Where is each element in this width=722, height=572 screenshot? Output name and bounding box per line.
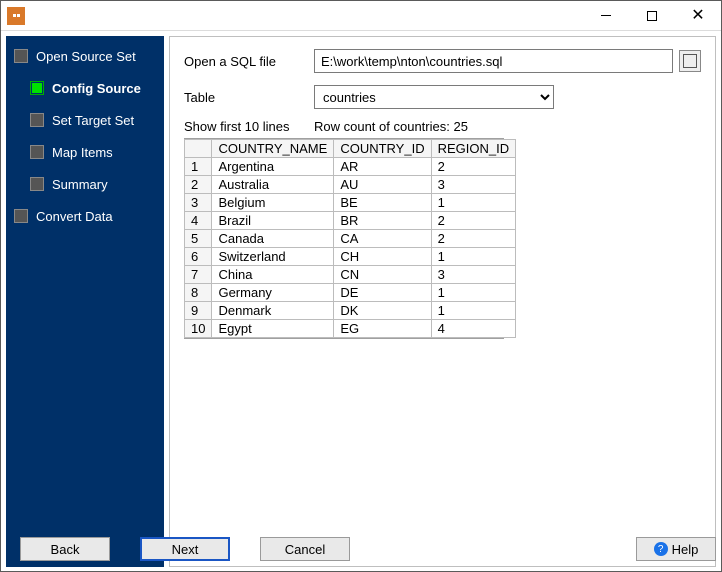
row-number: 3 (185, 194, 212, 212)
wizard-button-bar: Back Next Cancel ? Help (6, 533, 716, 565)
cell[interactable]: China (212, 266, 334, 284)
sidebar-item-label: Set Target Set (52, 113, 134, 128)
minimize-button[interactable] (583, 1, 629, 31)
cell[interactable]: AU (334, 176, 431, 194)
table-row[interactable]: 6SwitzerlandCH1 (185, 248, 516, 266)
browse-icon (683, 54, 697, 68)
row-number: 4 (185, 212, 212, 230)
window-controls: ✕ (583, 1, 721, 31)
table-select[interactable]: countries (314, 85, 554, 109)
cell[interactable]: Germany (212, 284, 334, 302)
back-button[interactable]: Back (20, 537, 110, 561)
close-icon: ✕ (691, 8, 704, 24)
cell[interactable]: DE (334, 284, 431, 302)
sidebar-item-label: Open Source Set (36, 49, 136, 64)
maximize-button[interactable] (629, 1, 675, 31)
table-row[interactable]: 1ArgentinaAR2 (185, 158, 516, 176)
help-icon: ? (654, 542, 668, 556)
cell[interactable]: 1 (431, 194, 516, 212)
help-button[interactable]: ? Help (636, 537, 716, 561)
cell[interactable]: 3 (431, 266, 516, 284)
app-icon (7, 7, 25, 25)
table-row[interactable]: 7ChinaCN3 (185, 266, 516, 284)
cancel-button[interactable]: Cancel (260, 537, 350, 561)
table-row[interactable]: 2AustraliaAU3 (185, 176, 516, 194)
maximize-icon (647, 11, 657, 21)
cell[interactable]: 3 (431, 176, 516, 194)
close-button[interactable]: ✕ (675, 1, 721, 31)
sidebar-item-convert-data[interactable]: Convert Data (14, 204, 160, 228)
table-row[interactable]: 4BrazilBR2 (185, 212, 516, 230)
row-number: 10 (185, 320, 212, 338)
cell[interactable]: Argentina (212, 158, 334, 176)
column-header[interactable]: REGION_ID (431, 140, 516, 158)
row-number: 7 (185, 266, 212, 284)
cell[interactable]: EG (334, 320, 431, 338)
cell[interactable]: Denmark (212, 302, 334, 320)
cell[interactable]: 2 (431, 212, 516, 230)
cell[interactable]: 4 (431, 320, 516, 338)
sidebar-item-map-items[interactable]: Map Items (30, 140, 160, 164)
row-number: 6 (185, 248, 212, 266)
preview-grid[interactable]: COUNTRY_NAMECOUNTRY_IDREGION_ID1Argentin… (184, 138, 504, 339)
table-row[interactable]: 9DenmarkDK1 (185, 302, 516, 320)
column-header[interactable]: COUNTRY_NAME (212, 140, 334, 158)
cell[interactable]: 1 (431, 248, 516, 266)
row-number: 2 (185, 176, 212, 194)
browse-button[interactable] (679, 50, 701, 72)
cell[interactable]: DK (334, 302, 431, 320)
cell[interactable]: Brazil (212, 212, 334, 230)
row-number: 1 (185, 158, 212, 176)
show-first-label: Show first 10 lines (184, 119, 314, 134)
cell[interactable]: Canada (212, 230, 334, 248)
table-row[interactable]: 3BelgiumBE1 (185, 194, 516, 212)
next-button[interactable]: Next (140, 537, 230, 561)
cell[interactable]: Switzerland (212, 248, 334, 266)
table-row[interactable]: 8GermanyDE1 (185, 284, 516, 302)
column-header[interactable]: COUNTRY_ID (334, 140, 431, 158)
table-row[interactable]: 5CanadaCA2 (185, 230, 516, 248)
sql-path-input[interactable] (314, 49, 673, 73)
row-count-label: Row count of countries: 25 (314, 119, 468, 134)
sidebar-item-label: Map Items (52, 145, 113, 160)
sidebar-item-summary[interactable]: Summary (30, 172, 160, 196)
open-sql-label: Open a SQL file (184, 54, 314, 69)
cell[interactable]: BE (334, 194, 431, 212)
wizard-sidebar: Open Source Set Config Source Set Target… (6, 36, 164, 567)
table-label: Table (184, 90, 314, 105)
cell[interactable]: CN (334, 266, 431, 284)
cell[interactable]: 1 (431, 284, 516, 302)
sidebar-item-config-source[interactable]: Config Source (30, 76, 160, 100)
sidebar-item-set-target-set[interactable]: Set Target Set (30, 108, 160, 132)
row-number: 5 (185, 230, 212, 248)
titlebar: ✕ (1, 1, 721, 31)
sidebar-item-label: Summary (52, 177, 108, 192)
sidebar-item-label: Config Source (52, 81, 141, 96)
cell[interactable]: Belgium (212, 194, 334, 212)
cell[interactable]: 2 (431, 230, 516, 248)
row-header-blank (185, 140, 212, 158)
main-panel: Open a SQL file Table countries Show fir… (169, 36, 716, 567)
cell[interactable]: CA (334, 230, 431, 248)
row-number: 9 (185, 302, 212, 320)
table-row[interactable]: 10EgyptEG4 (185, 320, 516, 338)
cell[interactable]: 2 (431, 158, 516, 176)
cell[interactable]: BR (334, 212, 431, 230)
cell[interactable]: Australia (212, 176, 334, 194)
cell[interactable]: AR (334, 158, 431, 176)
minimize-icon (601, 15, 611, 16)
sidebar-item-label: Convert Data (36, 209, 113, 224)
cell[interactable]: 1 (431, 302, 516, 320)
cell[interactable]: CH (334, 248, 431, 266)
sidebar-item-open-source-set[interactable]: Open Source Set (14, 44, 160, 68)
cell[interactable]: Egypt (212, 320, 334, 338)
row-number: 8 (185, 284, 212, 302)
